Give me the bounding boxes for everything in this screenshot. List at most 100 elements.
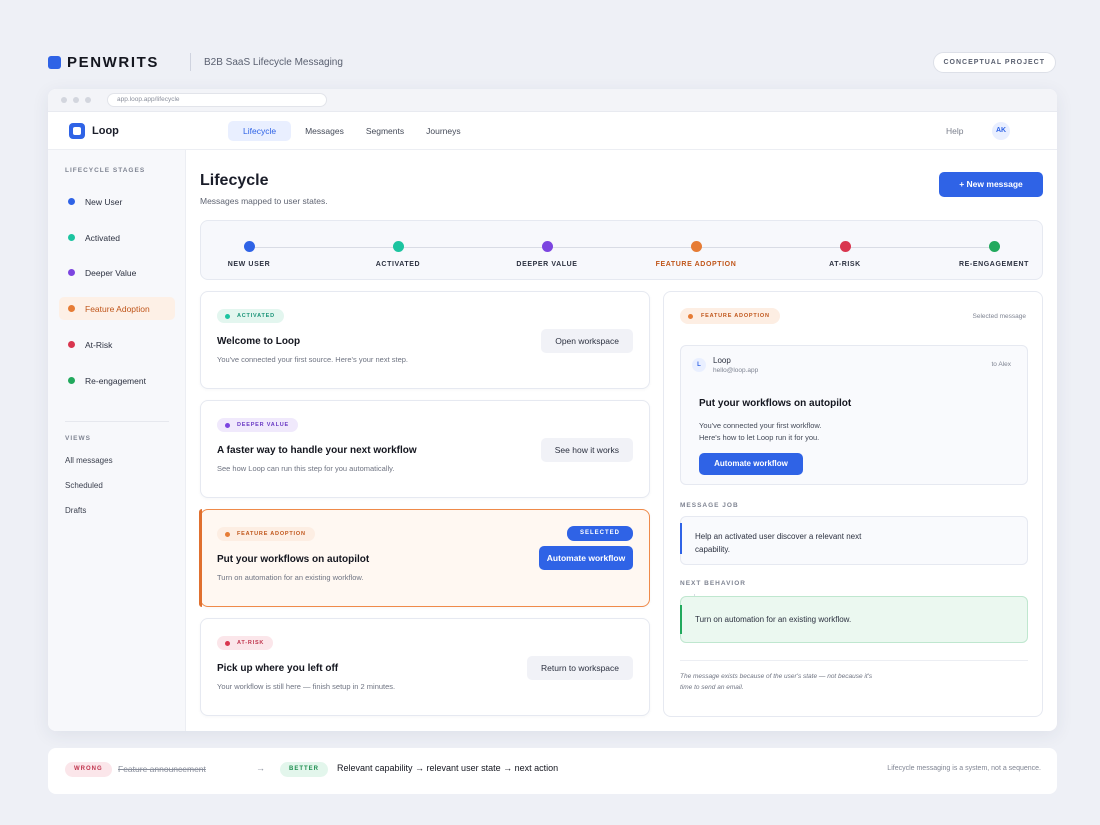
stage-label: AT-RISK xyxy=(829,261,861,268)
card-title: Welcome to Loop xyxy=(217,336,301,347)
message-card-feature-adoption[interactable]: FEATURE ADOPTION SELECTED Put your workf… xyxy=(199,509,650,607)
stage-at-risk[interactable]: AT-RISK xyxy=(785,241,905,268)
sidebar-item-at-risk[interactable]: At-Risk xyxy=(59,333,175,356)
comparison-bar: WRONG Feature announcement → BETTER Rele… xyxy=(48,748,1057,794)
stage-dot-icon xyxy=(68,198,75,205)
new-message-button[interactable]: + New message xyxy=(939,172,1043,197)
sidebar-item-label: Activated xyxy=(85,232,120,243)
stage-label: FEATURE ADOPTION xyxy=(655,261,737,268)
view-scheduled[interactable]: Scheduled xyxy=(65,481,103,490)
automate-workflow-button[interactable]: Automate workflow xyxy=(539,546,633,570)
sidebar-item-re-engagement[interactable]: Re-engagement xyxy=(59,369,175,392)
sidebar-item-label: Re-engagement xyxy=(85,375,146,386)
sidebar-item-deeper-value[interactable]: Deeper Value xyxy=(59,261,175,284)
message-job-heading: MESSAGE JOB xyxy=(680,502,739,509)
window-dot-icon[interactable] xyxy=(85,97,91,103)
stage-label: ACTIVATED xyxy=(375,261,421,268)
nav-tabs: Lifecycle Messages Segments Journeys xyxy=(228,121,475,141)
selected-badge: SELECTED xyxy=(567,526,633,541)
help-link[interactable]: Help xyxy=(946,126,963,136)
view-all-messages[interactable]: All messages xyxy=(65,456,113,465)
email-cta-button[interactable]: Automate workflow xyxy=(699,453,803,475)
panel-note: The message exists because of the user's… xyxy=(680,673,873,691)
stage-label: NEW USER xyxy=(227,261,271,268)
sidebar-item-label: Deeper Value xyxy=(85,267,137,278)
tag-dot-icon xyxy=(225,313,230,319)
tab-segments[interactable]: Segments xyxy=(358,121,412,141)
sidebar-item-activated[interactable]: Activated xyxy=(59,226,175,249)
page-subtitle: Messages mapped to user states. xyxy=(200,196,328,206)
sidebar-item-feature-adoption[interactable]: Feature Adoption xyxy=(59,297,175,320)
window-dot-icon[interactable] xyxy=(61,97,67,103)
open-workspace-button[interactable]: Open workspace xyxy=(541,329,633,353)
page-title: Lifecycle xyxy=(200,172,269,189)
views-heading: VIEWS xyxy=(65,435,91,442)
stage-deeper-value[interactable]: DEEPER VALUE xyxy=(487,241,607,268)
window-dot-icon[interactable] xyxy=(73,97,79,103)
better-text: Relevant capability → relevant user stat… xyxy=(337,763,559,773)
sidebar-item-label: New User xyxy=(85,196,123,207)
message-card-activated[interactable]: ACTIVATED Welcome to Loop You've connect… xyxy=(200,291,650,389)
arrow-right-icon: → xyxy=(256,763,265,773)
conceptual-project-badge: CONCEPTUAL PROJECT xyxy=(932,51,1056,73)
stage-dot-icon xyxy=(690,241,702,252)
next-behavior-heading: NEXT BEHAVIOR xyxy=(680,580,746,587)
sidebar-item-label: At-Risk xyxy=(85,339,113,350)
loop-logo-icon xyxy=(69,123,85,139)
wrong-badge: WRONG xyxy=(65,762,112,777)
lifecycle-stages-heading: LIFECYCLE STAGES xyxy=(65,167,146,174)
brand-bar: PENWRITS B2B SaaS Lifecycle Messaging CO… xyxy=(48,50,1056,74)
sender-address: hello@loop.app xyxy=(713,367,759,374)
see-how-it-works-button[interactable]: See how it works xyxy=(540,438,633,462)
stage-tag: DEEPER VALUE xyxy=(217,418,298,432)
tab-journeys[interactable]: Journeys xyxy=(418,121,469,141)
card-title: Put your workflows on autopilot xyxy=(217,554,370,565)
stage-re-engagement[interactable]: RE-ENGAGEMENT xyxy=(934,241,1054,268)
user-avatar[interactable]: AK xyxy=(992,122,1010,140)
email-body: You've connected your first workflow. He… xyxy=(699,421,822,442)
sender-name: Loop xyxy=(713,356,731,365)
return-to-workspace-button[interactable]: Return to workspace xyxy=(527,656,633,680)
stage-dot-icon xyxy=(988,241,1000,252)
recipient: to Alex xyxy=(991,361,1011,368)
tab-lifecycle[interactable]: Lifecycle xyxy=(228,121,292,141)
view-drafts[interactable]: Drafts xyxy=(65,506,86,515)
tag-dot-icon xyxy=(225,422,230,428)
stage-dot-icon xyxy=(68,305,75,312)
tag-dot-icon xyxy=(225,640,230,646)
better-badge: BETTER xyxy=(280,762,328,777)
app-name: Loop xyxy=(92,125,119,137)
email-preview: L Loop hello@loop.app to Alex Put your w… xyxy=(680,345,1028,485)
message-card-deeper-value[interactable]: DEEPER VALUE A faster way to handle your… xyxy=(200,400,650,498)
stage-dot-icon xyxy=(243,241,255,252)
brand-name: PENWRITS xyxy=(67,53,159,71)
panel-divider xyxy=(680,660,1028,661)
stage-dot-icon xyxy=(392,241,404,252)
stage-dot-icon xyxy=(68,377,75,384)
stage-dot-icon xyxy=(68,341,75,348)
tag-dot-icon xyxy=(688,313,693,319)
stage-dot-icon xyxy=(68,234,75,241)
wrong-text: Feature announcement xyxy=(118,764,206,774)
browser-chrome: app.loop.app/lifecycle xyxy=(48,89,1057,112)
sidebar-item-new-user[interactable]: New User xyxy=(59,190,175,213)
panel-stage-tag: FEATURE ADOPTION xyxy=(680,308,780,324)
url-bar[interactable]: app.loop.app/lifecycle xyxy=(107,93,327,107)
sidebar-divider xyxy=(65,421,169,422)
message-job-text: Help an activated user discover a releva… xyxy=(695,532,862,554)
stage-feature-adoption[interactable]: FEATURE ADOPTION xyxy=(636,241,756,268)
app-window: app.loop.app/lifecycle Loop Lifecycle Me… xyxy=(48,89,1057,731)
stage-tag: AT-RISK xyxy=(217,636,274,650)
card-title: A faster way to handle your next workflo… xyxy=(217,445,417,456)
next-behavior-text: Turn on automation for an existing workf… xyxy=(695,615,852,624)
stage-dot-icon xyxy=(541,241,553,252)
brand-subtitle: B2B SaaS Lifecycle Messaging xyxy=(203,56,343,68)
stage-label: RE-ENGAGEMENT xyxy=(958,261,1030,268)
stage-tag: FEATURE ADOPTION xyxy=(217,527,315,541)
tab-messages[interactable]: Messages xyxy=(297,121,352,141)
message-card-at-risk[interactable]: AT-RISK Pick up where you left off Your … xyxy=(200,618,650,716)
next-behavior-box: Turn on automation for an existing workf… xyxy=(680,596,1028,643)
card-title: Pick up where you left off xyxy=(217,663,339,674)
stage-activated[interactable]: ACTIVATED xyxy=(338,241,458,268)
stage-new-user[interactable]: NEW USER xyxy=(189,241,309,268)
